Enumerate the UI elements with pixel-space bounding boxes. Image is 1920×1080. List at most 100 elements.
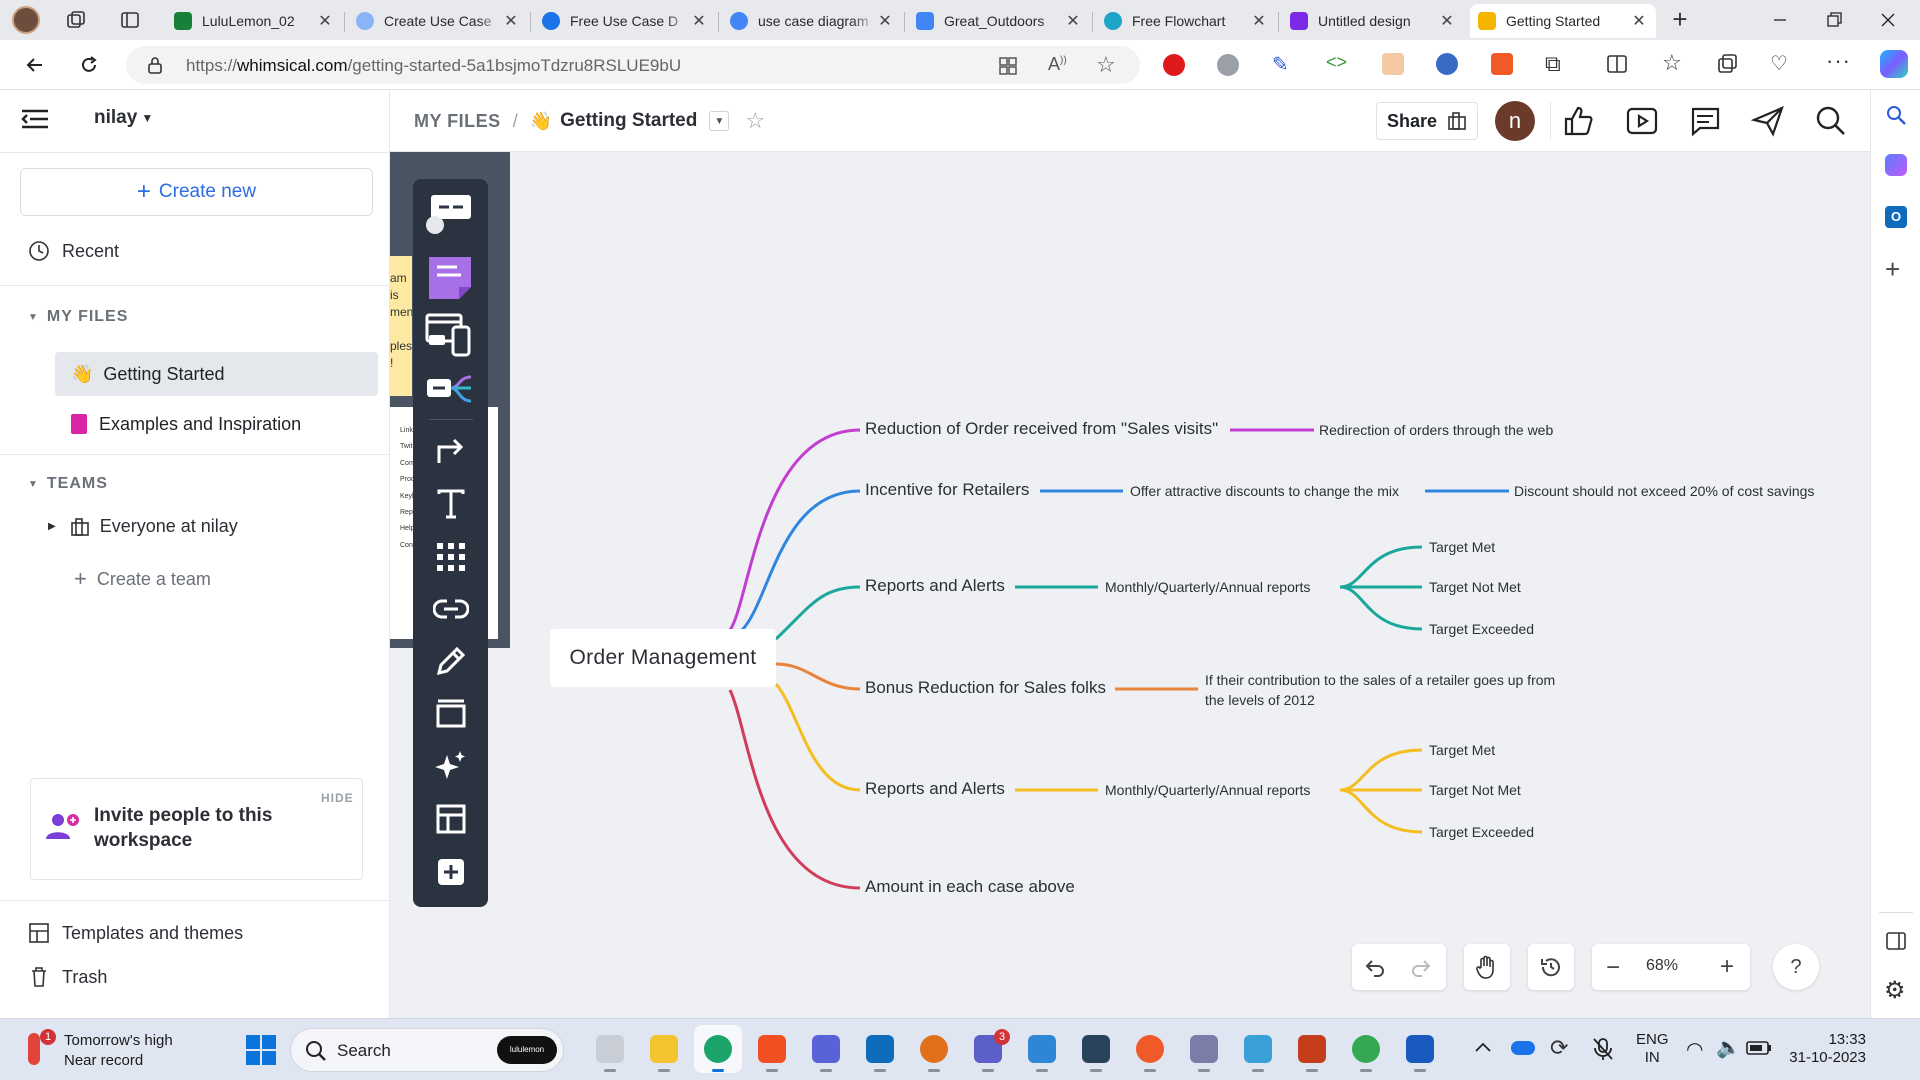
file-explorer-icon[interactable] [640, 1025, 688, 1073]
mindmap-leaf-node[interactable]: Target Exceeded [1429, 824, 1534, 840]
minimize-button[interactable] [1770, 10, 1790, 30]
browser-tab[interactable]: Free Use Case D ✕ [534, 4, 716, 38]
mic-muted-icon[interactable] [1592, 1037, 1614, 1061]
collections-icon[interactable] [1716, 53, 1738, 75]
hand-tool-button[interactable] [1464, 944, 1510, 990]
language-indicator[interactable]: ENG IN [1636, 1031, 1669, 1067]
close-tab-icon[interactable]: ✕ [1438, 11, 1456, 31]
mindmap-child-node[interactable]: Monthly/Quarterly/Annual reports [1105, 579, 1310, 595]
mindmap-branch-node[interactable]: Reduction of Order received from "Sales … [865, 419, 1218, 439]
back-icon[interactable] [22, 52, 48, 78]
zoom-out-button[interactable]: − [1606, 954, 1620, 982]
info-app-icon[interactable] [910, 1025, 958, 1073]
breadcrumb-my-files[interactable]: MY FILES [414, 111, 501, 132]
snipping-tool-icon[interactable] [1072, 1025, 1120, 1073]
opera-extension-icon[interactable] [1163, 54, 1185, 76]
file-explorer-gray-icon[interactable] [586, 1025, 634, 1073]
board-canvas[interactable]: am is menu ples ! LinkTwitComProcKeylRep… [390, 152, 1870, 1018]
mindmap-child-node[interactable]: Monthly/Quarterly/Annual reports [1105, 782, 1310, 798]
star-icon[interactable]: ☆ [745, 108, 765, 134]
close-tab-icon[interactable]: ✕ [876, 11, 894, 31]
extensions-puzzle-icon[interactable]: ⧉ [1545, 51, 1561, 77]
tab-actions-icon[interactable] [120, 10, 140, 30]
zoom-in-button[interactable]: + [1720, 953, 1734, 981]
help-button[interactable]: ? [1773, 944, 1819, 990]
mindmap-child-node[interactable]: Offer attractive discounts to change the… [1130, 483, 1399, 499]
hide-button[interactable]: HIDE [321, 791, 354, 805]
settings-icon[interactable]: ⚙ [1884, 976, 1906, 1005]
pen-extension-icon[interactable]: ✎ [1272, 52, 1289, 77]
edge-icon[interactable] [694, 1025, 742, 1073]
weather-widget[interactable]: 1 Tomorrow's high Near record [22, 1027, 202, 1073]
search-sidebar-icon[interactable] [1885, 104, 1907, 126]
store-icon[interactable] [748, 1025, 796, 1073]
sidebar-toggle-icon[interactable] [1885, 930, 1907, 952]
close-tab-icon[interactable]: ✕ [1630, 11, 1648, 31]
file-item-examples[interactable]: Examples and Inspiration [55, 402, 378, 446]
browser-tab[interactable]: LuluLemon_02 ✕ [166, 4, 342, 38]
url-field[interactable]: https://whimsical.com/getting-started-5a… [126, 46, 1140, 84]
file-title[interactable]: Getting Started [560, 110, 697, 132]
powerpoint-icon[interactable] [1288, 1025, 1336, 1073]
create-new-button[interactable]: + Create new [20, 168, 373, 216]
workspaces-icon[interactable] [66, 10, 86, 30]
notepad-icon[interactable] [1234, 1025, 1282, 1073]
collapse-sidebar-icon[interactable] [20, 107, 50, 131]
taskbar-search[interactable]: Search lululemon [290, 1028, 564, 1072]
orange-extension-icon[interactable] [1491, 53, 1513, 75]
close-tab-icon[interactable]: ✕ [316, 11, 334, 31]
copilot-sidebar-icon[interactable] [1885, 154, 1907, 176]
notepad-lines-icon[interactable] [1180, 1025, 1228, 1073]
close-window-button[interactable] [1878, 10, 1898, 30]
browser-tab[interactable]: use case diagram ✕ [722, 4, 902, 38]
browser-essentials-icon[interactable]: ♡ [1770, 51, 1788, 76]
paint-icon[interactable] [1018, 1025, 1066, 1073]
teams-header[interactable]: ▼ TEAMS [28, 475, 108, 493]
present-icon[interactable] [1625, 104, 1659, 138]
chrome-icon[interactable] [1342, 1025, 1390, 1073]
sync-icon[interactable]: ⟳ [1550, 1035, 1568, 1061]
browser-tab[interactable]: Free Flowchart ✕ [1096, 4, 1276, 38]
copilot-icon[interactable] [1880, 50, 1908, 78]
mindmap-child-node[interactable]: If their contribution to the sales of a … [1205, 670, 1555, 710]
mindmap-branch-node[interactable]: Incentive for Retailers [865, 480, 1029, 500]
mindmap-branch-node[interactable]: Reports and Alerts [865, 779, 1005, 799]
close-tab-icon[interactable]: ✕ [502, 11, 520, 31]
profile-avatar[interactable] [12, 6, 40, 34]
favorite-star-icon[interactable]: ☆ [1096, 52, 1116, 78]
trash-item[interactable]: Trash [28, 966, 107, 988]
split-screen-icon[interactable] [1606, 53, 1628, 75]
battery-icon[interactable] [1746, 1041, 1772, 1055]
favorites-icon[interactable]: ☆ [1662, 50, 1682, 76]
thumbs-up-icon[interactable] [1562, 104, 1596, 138]
my-files-header[interactable]: ▼ MY FILES [28, 308, 128, 326]
onedrive-icon[interactable] [1511, 1041, 1535, 1055]
orange-app-icon[interactable] [1126, 1025, 1174, 1073]
wifi-icon[interactable]: ◠ [1686, 1037, 1703, 1062]
mindmap-leaf-node[interactable]: Target Not Met [1429, 579, 1521, 595]
mindmap-branch-node[interactable]: Reports and Alerts [865, 576, 1005, 596]
create-team-button[interactable]: + Create a team [74, 566, 211, 592]
lock-icon[interactable] [146, 56, 164, 74]
redo-icon[interactable] [1410, 956, 1432, 978]
teams-icon[interactable]: 3 [964, 1025, 1012, 1073]
recent-item[interactable]: Recent [28, 240, 119, 262]
screen-extension-icon[interactable] [1436, 53, 1458, 75]
workspace-switcher[interactable]: nilay ▼ [94, 107, 153, 129]
more-menu-icon[interactable]: ··· [1826, 48, 1851, 74]
mindmap-leaf-node[interactable]: Target Met [1429, 539, 1495, 555]
send-icon[interactable] [1751, 104, 1785, 138]
show-hidden-icons[interactable] [1474, 1039, 1492, 1055]
code-extension-icon[interactable]: <> [1326, 52, 1347, 73]
mindmap-branch-node[interactable]: Bonus Reduction for Sales folks [865, 678, 1106, 698]
file-menu-chevron-icon[interactable]: ▼ [709, 111, 730, 131]
close-tab-icon[interactable]: ✕ [690, 11, 708, 31]
zoom-level[interactable]: 68% [1646, 957, 1678, 975]
power-automate-icon[interactable] [802, 1025, 850, 1073]
word-icon[interactable] [1396, 1025, 1444, 1073]
avatar[interactable]: n [1495, 101, 1535, 141]
app-available-icon[interactable] [998, 56, 1018, 76]
add-sidebar-icon[interactable]: + [1885, 254, 1900, 285]
browser-tab[interactable]: Getting Started ✕ [1470, 4, 1656, 38]
search-icon[interactable] [1814, 104, 1848, 138]
